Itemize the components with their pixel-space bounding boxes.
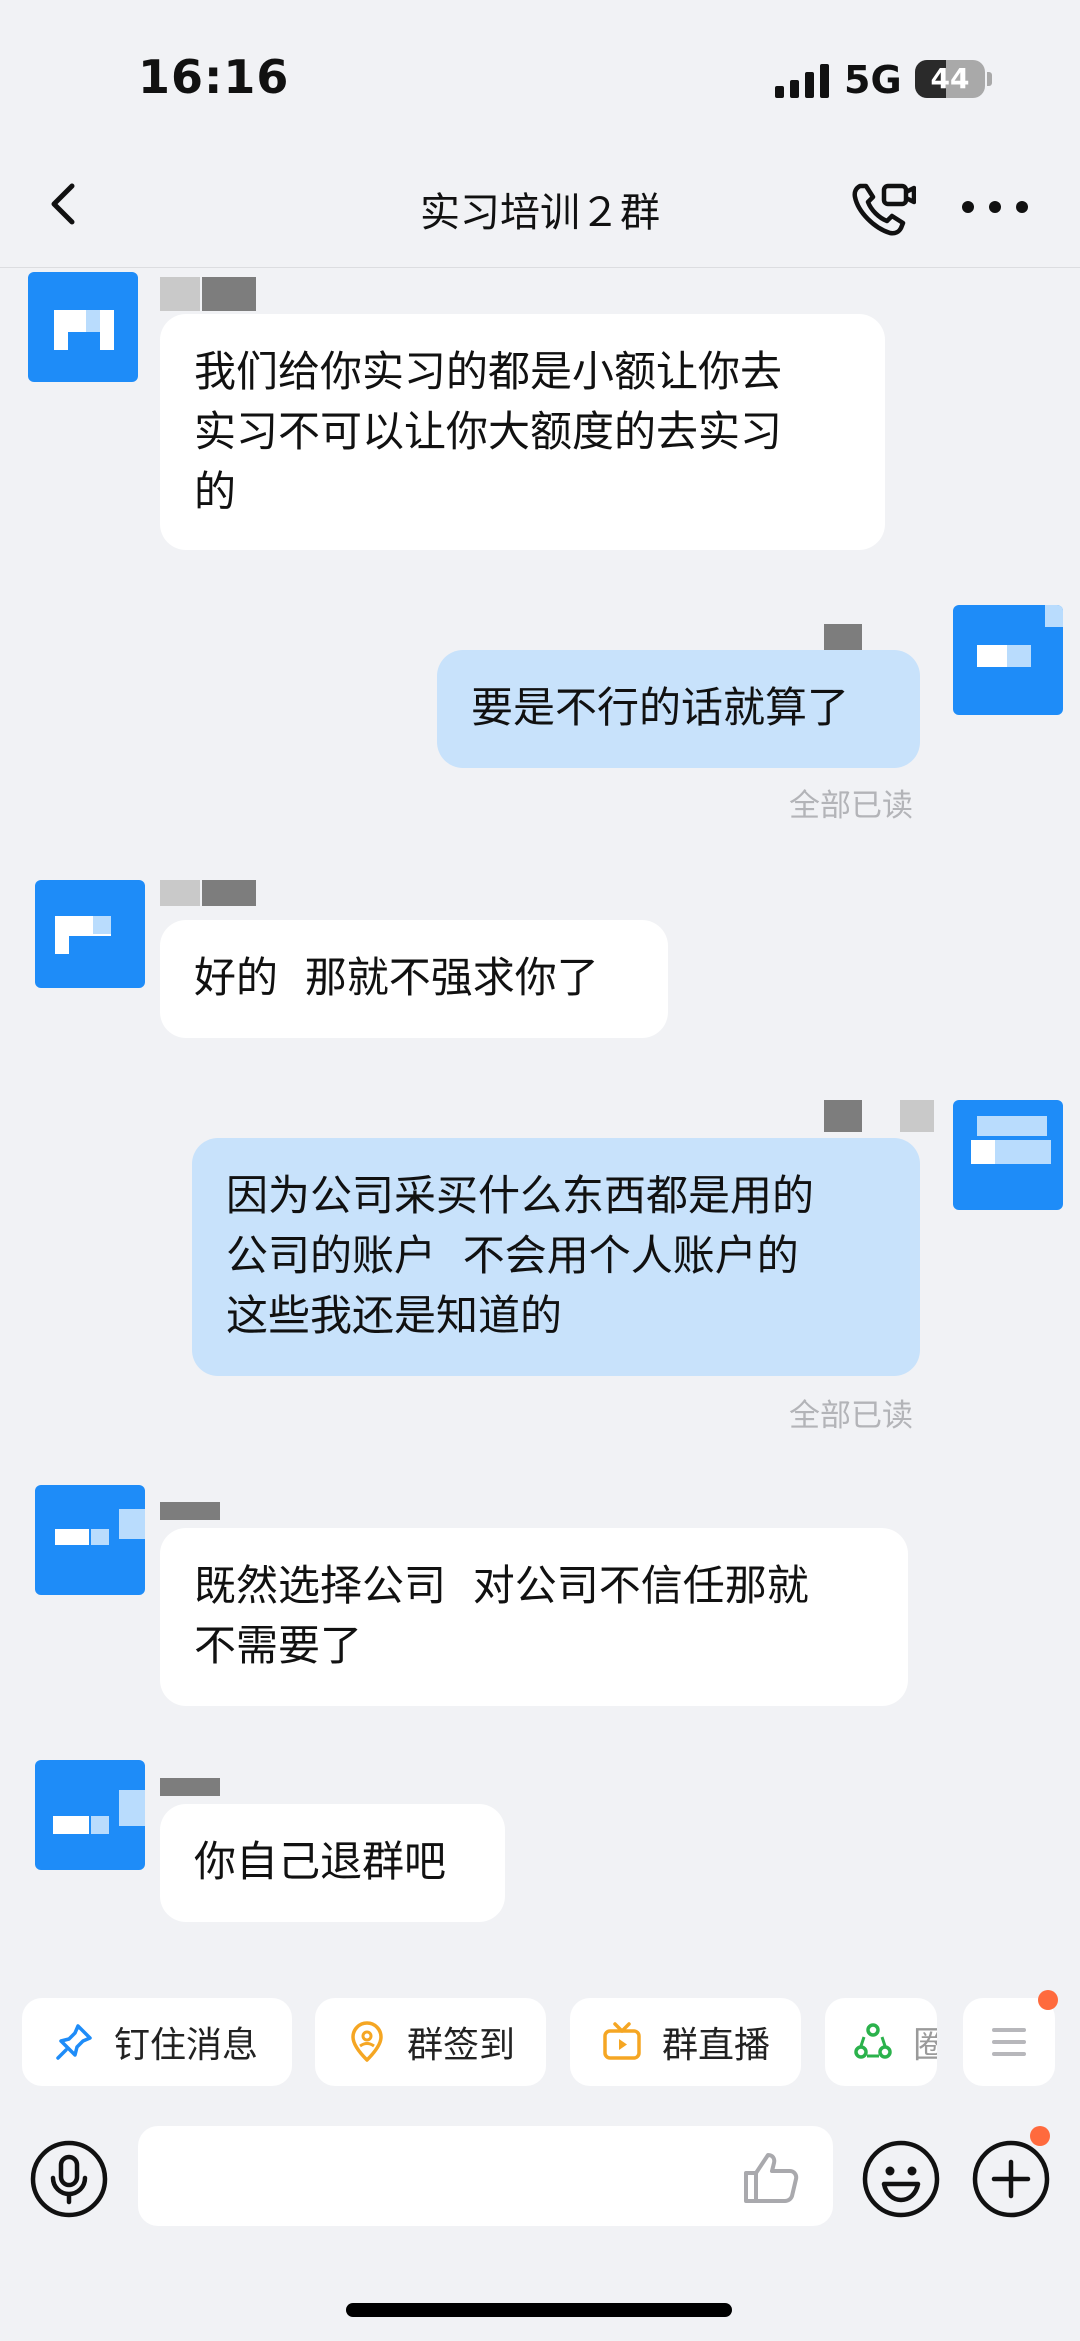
voice-input-icon[interactable] — [30, 2140, 108, 2218]
chat-header: 实习培训２群 — [0, 150, 1080, 268]
sender-name-redacted — [160, 1778, 220, 1796]
pin-icon — [56, 2024, 92, 2060]
circle-group-icon — [854, 2023, 892, 2059]
plus-icon[interactable] — [972, 2140, 1050, 2218]
group-checkin-button[interactable]: 群签到 — [315, 1998, 546, 2086]
group-live-button[interactable]: 群直播 — [570, 1998, 801, 2086]
message-bubble[interactable]: 因为公司采买什么东西都是用的 公司的账户 不会用个人账户的 这些我还是知道的 — [192, 1138, 920, 1376]
group-call-icon[interactable] — [850, 178, 916, 240]
sender-name-redacted — [160, 1502, 220, 1520]
chat-title: 实习培训２群 — [420, 190, 660, 236]
sender-name-redacted — [160, 277, 256, 311]
sender-name-redacted — [824, 1100, 934, 1132]
message-input[interactable] — [138, 2126, 833, 2226]
live-tv-icon — [603, 2022, 641, 2060]
input-bar — [0, 2124, 1080, 2234]
chip-label: 群直播 — [662, 2025, 771, 2066]
avatar[interactable] — [953, 605, 1063, 715]
pin-message-button[interactable]: 钉住消息 — [22, 1998, 292, 2086]
message-bubble[interactable]: 既然选择公司 对公司不信任那就 不需要了 — [160, 1528, 908, 1706]
status-time: 16:16 — [138, 50, 290, 104]
more-options-icon[interactable] — [960, 190, 1030, 224]
avatar[interactable] — [28, 272, 138, 382]
thumbs-up-icon[interactable] — [740, 2149, 800, 2205]
location-checkin-icon — [351, 2021, 383, 2062]
message-bubble[interactable]: 我们给你实习的都是小额让你去 实习不可以让你大额度的去实习 的 — [160, 314, 885, 550]
menu-icon — [992, 2028, 1026, 2056]
emoji-icon[interactable] — [862, 2140, 940, 2218]
message-bubble[interactable]: 你自己退群吧 — [160, 1804, 505, 1922]
network-label: 5G — [844, 58, 902, 102]
group-circle-button[interactable]: 圈 — [825, 1998, 937, 2086]
message-bubble[interactable]: 要是不行的话就算了 — [437, 650, 920, 768]
home-indicator — [346, 2303, 732, 2317]
signal-icon — [775, 62, 831, 98]
battery-cap — [987, 72, 992, 86]
avatar[interactable] — [35, 1760, 145, 1870]
chip-label: 群签到 — [407, 2025, 516, 2066]
avatar[interactable] — [953, 1100, 1063, 1210]
chip-label: 圈 — [913, 2025, 937, 2066]
sender-name-redacted — [824, 624, 862, 650]
quick-action-bar: 钉住消息 群签到 群直播 圈 — [0, 1990, 1080, 2088]
battery-icon: 44 — [915, 60, 985, 98]
battery-level: 44 — [930, 62, 970, 95]
notification-dot — [1038, 1990, 1058, 2010]
message-bubble[interactable]: 好的 那就不强求你了 — [160, 920, 668, 1038]
read-receipt: 全部已读 — [789, 788, 913, 824]
avatar[interactable] — [35, 1485, 145, 1595]
more-actions-button[interactable] — [963, 1998, 1055, 2086]
sender-name-redacted — [160, 880, 256, 906]
chip-label: 钉住消息 — [114, 2025, 259, 2066]
notification-dot — [1030, 2126, 1050, 2146]
read-receipt: 全部已读 — [789, 1398, 913, 1434]
status-bar: 16:16 5G 44 — [0, 0, 1080, 150]
avatar[interactable] — [35, 880, 145, 988]
